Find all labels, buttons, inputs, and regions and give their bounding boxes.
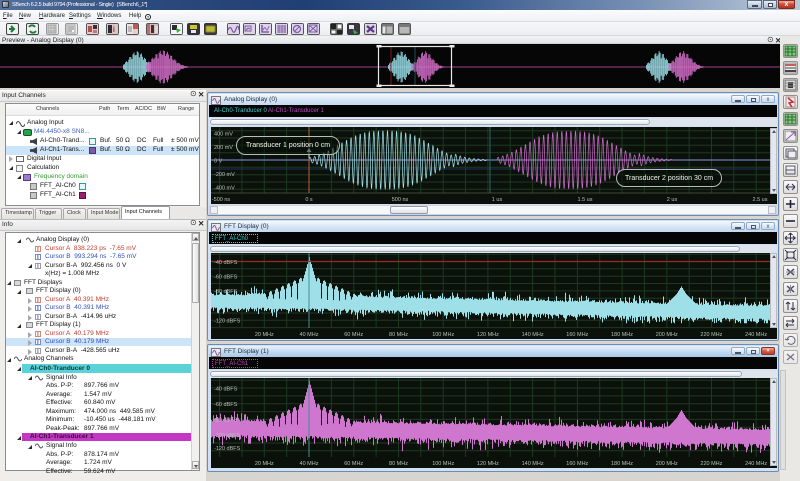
svg-text:240 MHz: 240 MHz (745, 461, 767, 467)
svg-text:-80 dBFS: -80 dBFS (214, 418, 238, 424)
svg-text:220 MHz: 220 MHz (700, 461, 722, 467)
svg-text:-60 dBFS: -60 dBFS (214, 402, 238, 408)
svg-text:500 ns: 500 ns (392, 197, 409, 203)
svg-text:-80 dBFS: -80 dBFS (214, 289, 238, 295)
svg-text:-120 dBFS: -120 dBFS (214, 319, 241, 325)
svg-text:20 MHz: 20 MHz (255, 332, 274, 338)
svg-text:400 mV: 400 mV (214, 132, 233, 138)
svg-text:40 MHz: 40 MHz (300, 461, 319, 467)
svg-text:60 MHz: 60 MHz (344, 461, 363, 467)
svg-text:-200 mV: -200 mV (214, 172, 235, 178)
svg-text:1.5 us: 1.5 us (578, 197, 593, 203)
svg-text:100 MHz: 100 MHz (432, 332, 454, 338)
svg-text:1 us: 1 us (492, 197, 503, 203)
svg-text:-120 dBFS: -120 dBFS (214, 446, 241, 452)
svg-text:60 MHz: 60 MHz (344, 332, 363, 338)
svg-text:0 s: 0 s (305, 197, 313, 203)
svg-text:120 MHz: 120 MHz (477, 461, 499, 467)
svg-text:80 MHz: 80 MHz (389, 332, 408, 338)
svg-text:-400 mV: -400 mV (214, 186, 235, 192)
svg-text:140 MHz: 140 MHz (522, 461, 544, 467)
svg-text:20 MHz: 20 MHz (255, 461, 274, 467)
svg-text:200 MHz: 200 MHz (656, 332, 678, 338)
svg-text:200 MHz: 200 MHz (656, 461, 678, 467)
svg-text:2 us: 2 us (667, 197, 678, 203)
svg-text:-100 dBFS: -100 dBFS (214, 433, 241, 439)
svg-text:220 MHz: 220 MHz (700, 332, 722, 338)
svg-text:0 V: 0 V (214, 159, 223, 165)
svg-text:240 MHz: 240 MHz (745, 332, 767, 338)
svg-text:160 MHz: 160 MHz (566, 461, 588, 467)
svg-text:120 MHz: 120 MHz (477, 332, 499, 338)
svg-text:100 MHz: 100 MHz (432, 461, 454, 467)
svg-text:-40 dBFS: -40 dBFS (214, 387, 238, 393)
svg-text:140 MHz: 140 MHz (522, 332, 544, 338)
svg-text:40 MHz: 40 MHz (300, 332, 319, 338)
svg-text:-40 dBFS: -40 dBFS (214, 260, 238, 266)
svg-text:180 MHz: 180 MHz (611, 461, 633, 467)
svg-text:180 MHz: 180 MHz (611, 332, 633, 338)
svg-text:-500 ns: -500 ns (212, 197, 231, 203)
svg-text:i: i (113, 25, 115, 34)
svg-text:80 MHz: 80 MHz (389, 461, 408, 467)
svg-text:200 mV: 200 mV (214, 145, 233, 151)
svg-text:2.5 us: 2.5 us (753, 197, 768, 203)
svg-text:-60 dBFS: -60 dBFS (214, 275, 238, 281)
svg-text:160 MHz: 160 MHz (566, 332, 588, 338)
